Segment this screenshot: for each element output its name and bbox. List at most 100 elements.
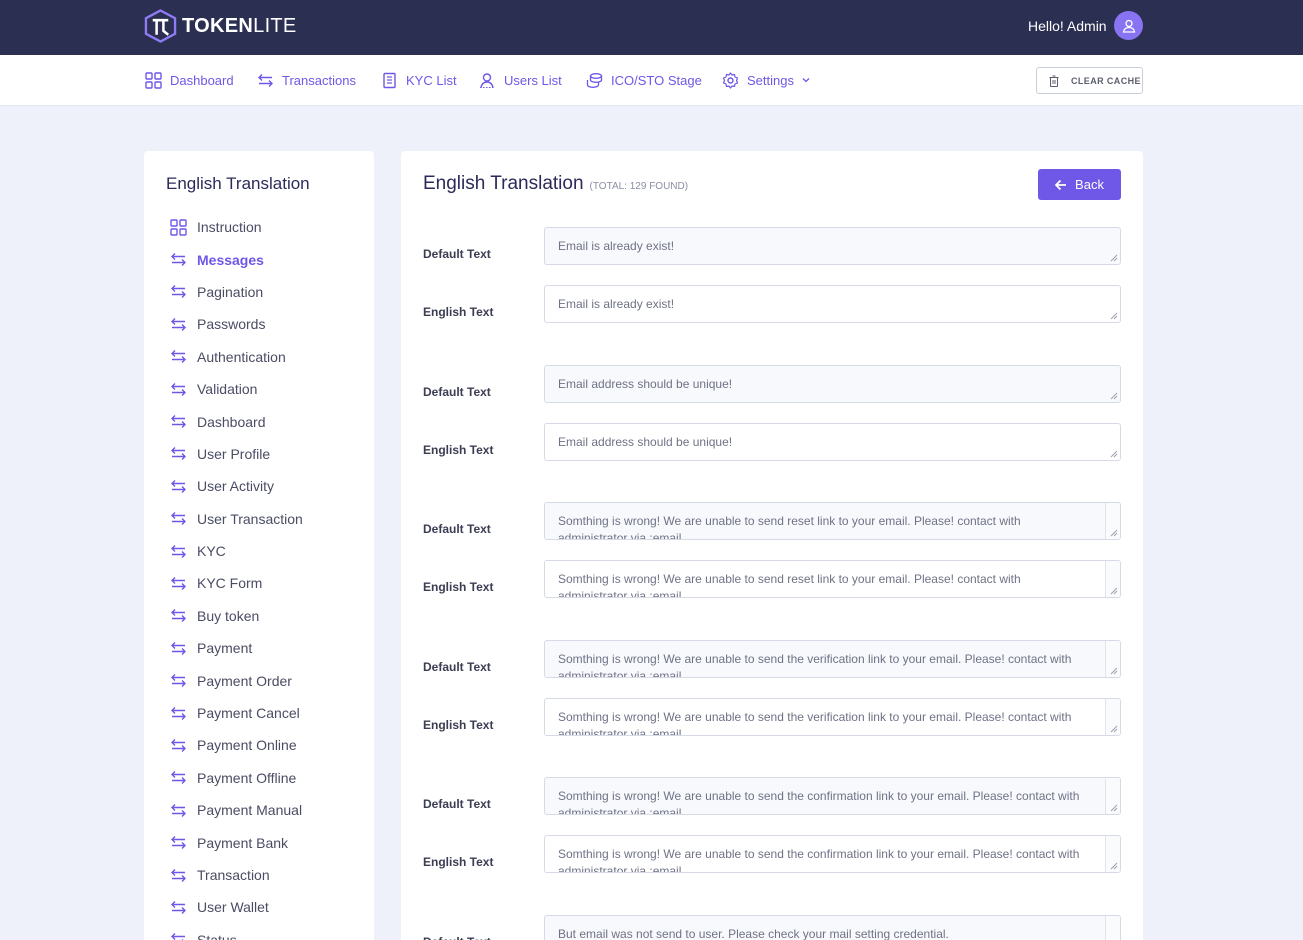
clear-cache-button[interactable]: CLEAR CACHE bbox=[1036, 67, 1143, 94]
translation-row: Default Text Somthing is wrong! We are un… bbox=[401, 639, 1143, 678]
sidebar-item-dashboard[interactable]: Dashboard bbox=[170, 405, 303, 437]
resize-grip-icon[interactable] bbox=[1110, 392, 1118, 400]
resize-grip-icon[interactable] bbox=[1110, 804, 1118, 812]
swap-icon bbox=[171, 933, 185, 940]
translation-row: English Text Email address should be uniq… bbox=[401, 422, 1143, 461]
textarea-value: Email address should be unique! bbox=[558, 434, 733, 449]
resize-grip-icon[interactable] bbox=[1110, 529, 1118, 537]
sidebar-item-messages[interactable]: Messages bbox=[170, 243, 303, 275]
brand-name-bold: TOKEN bbox=[182, 14, 254, 37]
sidebar-item-label: Validation bbox=[197, 381, 258, 398]
chevron-down-icon bbox=[802, 78, 810, 83]
swap-icon bbox=[171, 576, 186, 590]
sidebar-item-label: KYC Form bbox=[197, 575, 263, 592]
swap-icon bbox=[171, 350, 186, 364]
sidebar-item-transaction[interactable]: Transaction bbox=[170, 859, 303, 891]
page-title-text: English Translation bbox=[423, 173, 584, 194]
user-avatar[interactable] bbox=[1114, 11, 1143, 40]
back-button[interactable]: Back bbox=[1038, 169, 1121, 200]
sidebar-item-label: Payment Online bbox=[197, 737, 297, 754]
swap-icon bbox=[258, 73, 273, 87]
sidebar-item-label: Payment Order bbox=[197, 672, 292, 689]
brand-logo[interactable]: TOKENLITE bbox=[144, 8, 297, 44]
sidebar-item-label: User Wallet bbox=[197, 899, 269, 916]
sidebar-item-instruction[interactable]: Instruction bbox=[170, 211, 303, 243]
nav-item-ico-sto-stage[interactable]: ICO/STO Stage bbox=[586, 71, 702, 89]
coins-icon bbox=[586, 72, 603, 88]
translation-row: Default Text But email was not send to us… bbox=[401, 914, 1143, 940]
nav-item-settings[interactable]: Settings bbox=[722, 71, 811, 89]
swap-icon bbox=[171, 512, 186, 526]
swap-icon bbox=[171, 771, 186, 785]
translation-textarea[interactable]: Email is already exist! bbox=[544, 227, 1121, 265]
translation-textarea[interactable]: Somthing is wrong! We are unable to send… bbox=[544, 560, 1121, 598]
row-label: Default Text bbox=[423, 384, 491, 399]
resize-grip-icon[interactable] bbox=[1110, 254, 1118, 262]
sidebar-item-user-profile[interactable]: User Profile bbox=[170, 438, 303, 470]
resize-grip-icon[interactable] bbox=[1110, 587, 1118, 595]
sidebar-item-label: User Profile bbox=[197, 445, 271, 462]
sidebar-item-user-wallet[interactable]: User Wallet bbox=[170, 891, 303, 923]
translation-textarea[interactable]: Somthing is wrong! We are unable to send… bbox=[544, 639, 1121, 678]
textarea-scrollbar[interactable] bbox=[1105, 915, 1120, 940]
translation-textarea[interactable]: Somthing is wrong! We are unable to send… bbox=[544, 777, 1121, 815]
sidebar-item-passwords[interactable]: Passwords bbox=[170, 308, 303, 340]
translation-textarea[interactable]: Somthing is wrong! We are unable to send… bbox=[544, 697, 1121, 736]
sidebar-item-validation[interactable]: Validation bbox=[170, 373, 303, 405]
brand-name-light: LITE bbox=[253, 14, 297, 37]
row-label: Default Text bbox=[423, 935, 491, 940]
translation-row: Default Text Email address should be uniq… bbox=[401, 364, 1143, 403]
sidebar-item-payment-offline[interactable]: Payment Offline bbox=[170, 762, 303, 794]
sidebar-item-label: Instruction bbox=[197, 219, 262, 236]
nav-label: KYC List bbox=[406, 72, 457, 88]
nav-label: Dashboard bbox=[170, 72, 234, 88]
textarea-value: Somthing is wrong! We are unable to send… bbox=[558, 651, 1072, 678]
arrow-left-icon bbox=[1055, 179, 1067, 190]
translation-textarea[interactable]: Email is already exist! bbox=[544, 285, 1121, 323]
translation-textarea[interactable]: But email was not send to user. Please c… bbox=[544, 914, 1121, 940]
nav-item-kyc-list[interactable]: KYC List bbox=[381, 71, 457, 89]
sidebar-item-label: Messages bbox=[197, 251, 264, 268]
sidebar-item-user-activity[interactable]: User Activity bbox=[170, 470, 303, 502]
sidebar-item-kyc-form[interactable]: KYC Form bbox=[170, 567, 303, 599]
resize-grip-icon[interactable] bbox=[1110, 725, 1118, 733]
textarea-value: Somthing is wrong! We are unable to send… bbox=[558, 514, 1021, 540]
resize-grip-icon[interactable] bbox=[1110, 862, 1118, 870]
swap-icon bbox=[171, 706, 186, 720]
sidebar-item-label: Status bbox=[197, 931, 237, 940]
users-icon bbox=[480, 72, 495, 88]
resize-grip-icon[interactable] bbox=[1110, 312, 1118, 320]
textarea-value: Email is already exist! bbox=[558, 239, 675, 253]
sidebar-item-label: Payment Cancel bbox=[197, 705, 300, 722]
sidebar-item-label: KYC bbox=[197, 543, 226, 560]
nav-item-dashboard[interactable]: Dashboard bbox=[145, 71, 234, 89]
translation-textarea[interactable]: Email address should be unique! bbox=[544, 364, 1121, 403]
sidebar-item-label: User Activity bbox=[197, 478, 275, 495]
sidebar-item-payment-bank[interactable]: Payment Bank bbox=[170, 826, 303, 858]
sidebar-item-label: Buy token bbox=[197, 607, 260, 624]
sidebar-item-status[interactable]: Status bbox=[170, 924, 303, 940]
sidebar-item-label: Passwords bbox=[197, 316, 266, 333]
translation-textarea[interactable]: Somthing is wrong! We are unable to send… bbox=[544, 502, 1121, 540]
sidebar-item-buy-token[interactable]: Buy token bbox=[170, 600, 303, 632]
sidebar-item-label: User Transaction bbox=[197, 510, 303, 527]
translation-textarea[interactable]: Somthing is wrong! We are unable to send… bbox=[544, 835, 1121, 873]
sidebar-item-user-transaction[interactable]: User Transaction bbox=[170, 503, 303, 535]
sidebar-item-payment[interactable]: Payment bbox=[170, 632, 303, 664]
document-icon bbox=[383, 72, 396, 88]
sidebar-item-kyc[interactable]: KYC bbox=[170, 535, 303, 567]
translation-textarea[interactable]: Email address should be unique! bbox=[544, 422, 1121, 461]
resize-grip-icon[interactable] bbox=[1110, 667, 1118, 675]
sidebar-item-payment-manual[interactable]: Payment Manual bbox=[170, 794, 303, 826]
resize-grip-icon[interactable] bbox=[1110, 450, 1118, 458]
sidebar-item-payment-online[interactable]: Payment Online bbox=[170, 729, 303, 761]
sidebar-title: English Translation bbox=[166, 174, 310, 193]
nav-item-transactions[interactable]: Transactions bbox=[257, 71, 356, 89]
sidebar-item-authentication[interactable]: Authentication bbox=[170, 341, 303, 373]
sidebar-item-payment-order[interactable]: Payment Order bbox=[170, 664, 303, 696]
translation-row: English Text Somthing is wrong! We are un… bbox=[401, 560, 1143, 598]
nav-item-users-list[interactable]: Users List bbox=[479, 71, 562, 89]
sidebar-item-pagination[interactable]: Pagination bbox=[170, 276, 303, 308]
textarea-value: Email is already exist! bbox=[558, 297, 675, 311]
sidebar-item-payment-cancel[interactable]: Payment Cancel bbox=[170, 697, 303, 729]
